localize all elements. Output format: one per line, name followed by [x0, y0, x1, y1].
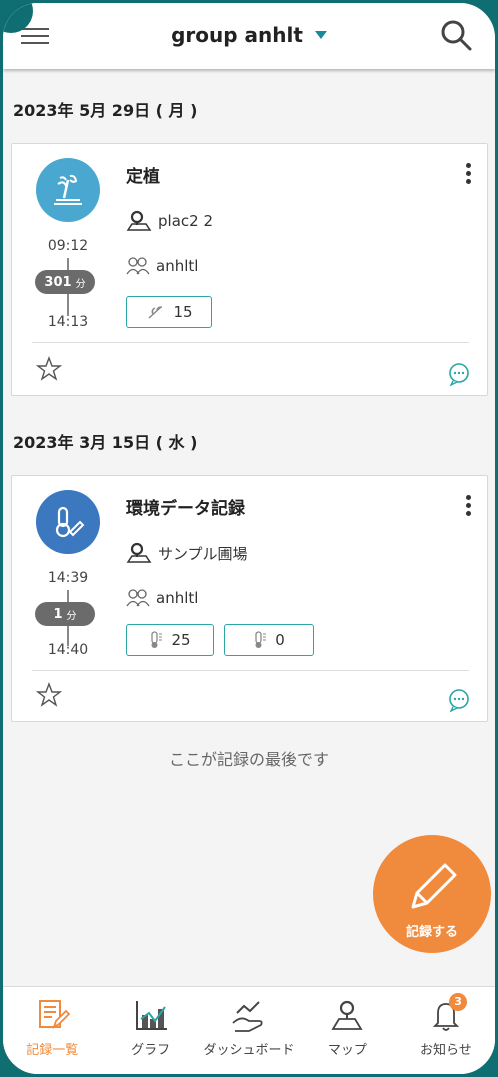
temperature-chip: 0	[224, 624, 314, 656]
duration-pill: 301 分	[35, 270, 95, 294]
card-divider	[32, 342, 469, 343]
star-icon[interactable]	[36, 356, 62, 382]
user-row: anhltl	[126, 256, 198, 276]
nav-item-graph[interactable]: グラフ	[101, 987, 199, 1074]
start-time: 14:39	[47, 570, 89, 586]
location-row: plac2 2	[126, 210, 213, 232]
end-of-records-message: ここが記録の最後です	[168, 750, 329, 769]
user-name: anhltl	[156, 589, 199, 607]
planting-icon	[36, 158, 100, 222]
duration-unit: 分	[66, 610, 77, 622]
end-time: 14:40	[47, 642, 89, 658]
record-card[interactable]: 09:12 301 分 14:13 定植 plac2 2 anhltl 15	[11, 143, 488, 396]
graph-icon	[135, 1001, 167, 1030]
star-icon[interactable]	[36, 682, 62, 708]
duration-unit: 分	[75, 278, 86, 290]
temperature-chip: 25	[126, 624, 214, 656]
end-time: 14:13	[47, 314, 89, 330]
pencil-icon	[411, 863, 457, 909]
chip-value: 0	[275, 631, 285, 649]
bottom-nav: 記録一覧 グラフ ダッシュボード マップ 3 お知らせ	[3, 986, 495, 1074]
users-icon	[126, 257, 150, 275]
quantity-chip: 15	[126, 296, 212, 328]
thermometer-icon	[151, 631, 163, 648]
app-bar: group anhlt	[3, 3, 495, 69]
nav-label: お知らせ	[419, 1043, 472, 1058]
location-name: サンプル圃場	[158, 544, 248, 563]
comment-icon[interactable]	[447, 362, 471, 386]
date-heading: 2023年 5月 29日 ( 月 )	[13, 101, 198, 120]
record-list-icon	[39, 1000, 71, 1030]
thermometer-pen-icon	[36, 490, 100, 554]
date-heading: 2023年 3月 15日 ( 水 )	[13, 433, 198, 452]
nav-item-notifications[interactable]: 3 お知らせ	[397, 987, 495, 1074]
nav-label: ダッシュボード	[203, 1043, 295, 1058]
nav-item-record-list[interactable]: 記録一覧	[3, 987, 101, 1074]
app-frame: group anhlt 2023年 5月 29日 ( 月 ) 09:12 301…	[0, 0, 498, 1077]
nav-label: グラフ	[131, 1043, 171, 1058]
record-title: 定植	[126, 167, 160, 187]
record-title: 環境データ記録	[126, 499, 245, 519]
comment-icon[interactable]	[447, 688, 471, 712]
duration-pill: 1分	[35, 602, 95, 626]
nav-label: マップ	[327, 1043, 367, 1058]
map-icon	[331, 1000, 364, 1030]
location-pin-icon	[126, 210, 152, 231]
add-record-label: 記録する	[405, 925, 458, 940]
search-icon[interactable]	[439, 18, 473, 52]
group-selector[interactable]: group anhlt	[3, 23, 495, 47]
users-icon	[126, 589, 150, 607]
chip-value: 15	[173, 303, 193, 321]
nav-label: 記録一覧	[26, 1043, 79, 1058]
record-card[interactable]: 14:39 1分 14:40 環境データ記録 サンプル圃場 anhltl 25 …	[11, 475, 488, 722]
start-time: 09:12	[47, 238, 89, 254]
chip-value: 25	[171, 631, 191, 649]
dashboard-icon	[232, 1001, 263, 1032]
duration-value: 301	[44, 274, 72, 290]
user-row: anhltl	[126, 588, 198, 608]
seedling-icon	[148, 306, 163, 319]
group-name: group anhlt	[171, 23, 303, 47]
nav-item-dashboard[interactable]: ダッシュボード	[200, 987, 298, 1074]
notification-badge: 3	[449, 993, 468, 1011]
location-pin-icon	[126, 542, 152, 563]
location-name: plac2 2	[158, 212, 213, 230]
location-row: サンプル圃場	[126, 542, 248, 564]
user-name: anhltl	[156, 257, 199, 275]
more-options-icon[interactable]	[463, 160, 473, 190]
more-options-icon[interactable]	[463, 492, 473, 522]
nav-item-map[interactable]: マップ	[298, 987, 396, 1074]
thermometer-icon	[255, 631, 267, 648]
card-divider	[32, 670, 469, 671]
caret-down-icon	[314, 30, 327, 39]
add-record-button[interactable]: 記録する	[373, 835, 491, 953]
duration-value: 1	[53, 606, 63, 622]
